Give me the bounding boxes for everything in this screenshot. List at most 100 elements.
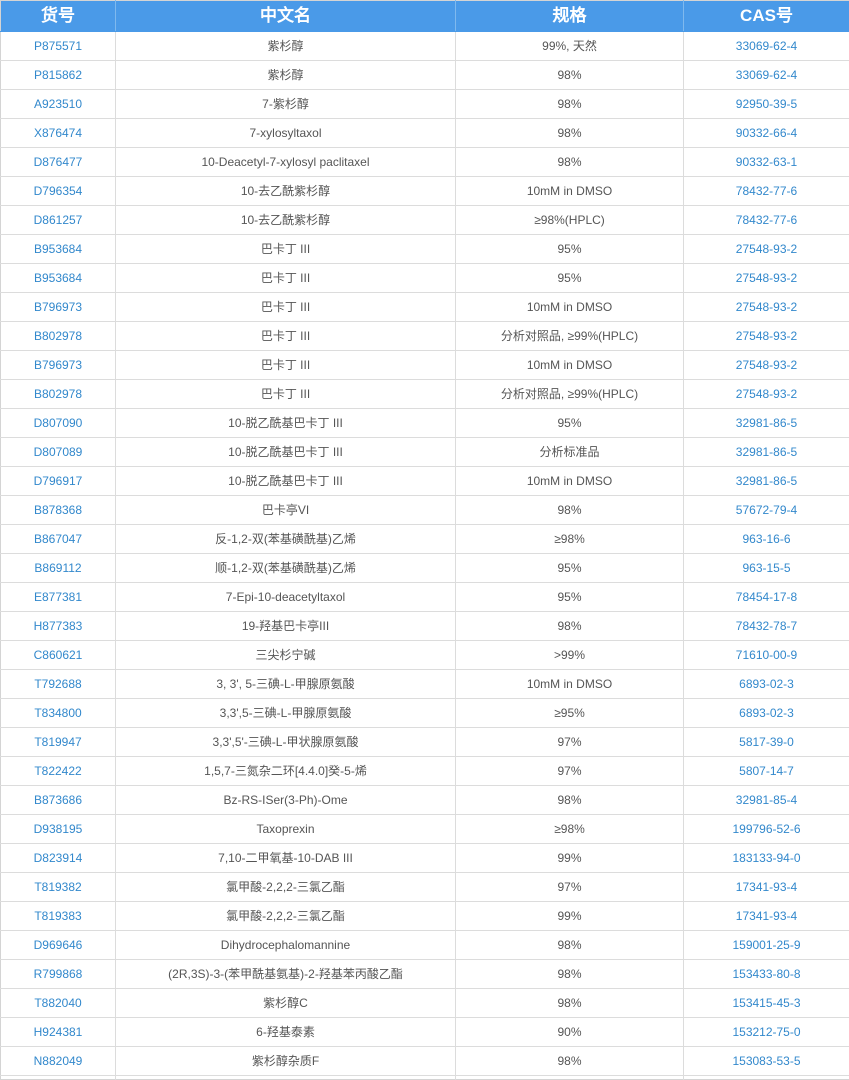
cell-item-code[interactable]: E877381 xyxy=(1,583,116,612)
cell-item-code[interactable]: D823914 xyxy=(1,844,116,873)
cell-cas-number[interactable]: 27548-93-2 xyxy=(684,322,849,351)
cell-item-code[interactable]: P875571 xyxy=(1,32,116,61)
table-row[interactable]: B796973巴卡丁 III10mM in DMSO27548-93-2 xyxy=(1,351,849,380)
cell-item-code[interactable]: B802978 xyxy=(1,322,116,351)
table-row[interactable]: T819382氯甲酸-2,2,2-三氯乙酯97%17341-93-4 xyxy=(1,873,849,902)
cell-item-code[interactable]: T819947 xyxy=(1,728,116,757)
table-row[interactable]: E8773817-Epi-10-deacetyltaxol95%78454-17… xyxy=(1,583,849,612)
cell-cas-number[interactable]: 183133-94-0 xyxy=(684,844,849,873)
cell-cas-number[interactable]: 32981-86-5 xyxy=(684,409,849,438)
cell-cas-number[interactable]: 32981-86-5 xyxy=(684,438,849,467)
cell-item-code[interactable]: R799868 xyxy=(1,960,116,989)
table-row[interactable]: D80708910-脱乙酰基巴卡丁 III分析标准品32981-86-5 xyxy=(1,438,849,467)
cell-item-code[interactable]: B873686 xyxy=(1,786,116,815)
cell-item-code[interactable]: D796917 xyxy=(1,467,116,496)
cell-item-code[interactable]: B953684 xyxy=(1,264,116,293)
column-header-name[interactable]: 中文名 xyxy=(116,1,456,32)
cell-cas-number[interactable]: 27548-93-2 xyxy=(684,351,849,380)
cell-item-code[interactable]: D807089 xyxy=(1,438,116,467)
table-row[interactable]: T882040紫杉醇C98%153415-45-3 xyxy=(1,989,849,1018)
cell-item-code[interactable]: T792688 xyxy=(1,670,116,699)
table-row[interactable]: R799868(2R,3S)-3-(苯甲酰基氨基)-2-羟基苯丙酸乙酯98%15… xyxy=(1,960,849,989)
table-row[interactable]: D80709010-脱乙酰基巴卡丁 III95%32981-86-5 xyxy=(1,409,849,438)
cell-cas-number[interactable]: 32981-85-4 xyxy=(684,786,849,815)
cell-item-code[interactable]: T819383 xyxy=(1,902,116,931)
table-row[interactable]: H9243816-羟基泰素90%153212-75-0 xyxy=(1,1018,849,1047)
table-row[interactable]: N882049紫杉醇杂质F98%153083-53-5 xyxy=(1,1047,849,1076)
cell-item-code[interactable]: D807090 xyxy=(1,409,116,438)
cell-cas-number[interactable]: 90332-66-4 xyxy=(684,119,849,148)
table-row[interactable]: B867047反-1,2-双(苯基磺酰基)乙烯≥98%963-16-6 xyxy=(1,525,849,554)
cell-cas-number[interactable]: 17341-93-4 xyxy=(684,873,849,902)
cell-cas-number[interactable]: 90332-63-1 xyxy=(684,148,849,177)
table-row[interactable]: D87647710-Deacetyl-7-xylosyl paclitaxel9… xyxy=(1,148,849,177)
cell-cas-number[interactable]: 78432-78-7 xyxy=(684,612,849,641)
cell-item-code[interactable]: H924381 xyxy=(1,1018,116,1047)
cell-item-code[interactable]: T834800 xyxy=(1,699,116,728)
cell-cas-number[interactable]: 78432-77-6 xyxy=(684,177,849,206)
table-row-partial[interactable] xyxy=(1,1076,849,1080)
cell-item-code[interactable]: P815862 xyxy=(1,61,116,90)
cell-item-code[interactable]: T822422 xyxy=(1,757,116,786)
cell-item-code[interactable]: D796354 xyxy=(1,177,116,206)
column-header-cas[interactable]: CAS号 xyxy=(684,1,849,32)
cell-cas-number[interactable]: 6893-02-3 xyxy=(684,699,849,728)
cell-item-code[interactable]: B802978 xyxy=(1,380,116,409)
cell-cas-number[interactable]: 33069-62-4 xyxy=(684,61,849,90)
cell-cas-number[interactable]: 27548-93-2 xyxy=(684,293,849,322)
cell-item-code[interactable]: B796973 xyxy=(1,293,116,322)
cell-item-code[interactable]: C860621 xyxy=(1,641,116,670)
table-row[interactable]: B796973巴卡丁 III10mM in DMSO27548-93-2 xyxy=(1,293,849,322)
table-row[interactable]: T8199473,3',5'-三碘-L-甲状腺原氨酸97%5817-39-0 xyxy=(1,728,849,757)
table-row[interactable]: C860621三尖杉宁碱>99%71610-00-9 xyxy=(1,641,849,670)
cell-cas-number[interactable]: 153212-75-0 xyxy=(684,1018,849,1047)
column-header-spec[interactable]: 规格 xyxy=(456,1,684,32)
cell-cas-number[interactable]: 6893-02-3 xyxy=(684,670,849,699)
table-row[interactable]: B953684巴卡丁 III95%27548-93-2 xyxy=(1,264,849,293)
cell-cas-number[interactable]: 159001-25-9 xyxy=(684,931,849,960)
cell-cas-number[interactable]: 5807-14-7 xyxy=(684,757,849,786)
table-row[interactable]: B802978巴卡丁 III分析对照品, ≥99%(HPLC)27548-93-… xyxy=(1,322,849,351)
table-row[interactable]: P875571紫杉醇99%, 天然33069-62-4 xyxy=(1,32,849,61)
cell-item-code[interactable]: A923510 xyxy=(1,90,116,119)
column-header-code[interactable]: 货号 xyxy=(1,1,116,32)
table-row[interactable]: B878368巴卡亭VI98%57672-79-4 xyxy=(1,496,849,525)
cell-cas-number[interactable]: 963-16-6 xyxy=(684,525,849,554)
cell-item-code[interactable]: D938195 xyxy=(1,815,116,844)
cell-item-code[interactable]: B878368 xyxy=(1,496,116,525)
table-row[interactable]: T8348003,3',5-三碘-L-甲腺原氨酸≥95%6893-02-3 xyxy=(1,699,849,728)
cell-cas-number[interactable]: 92950-39-5 xyxy=(684,90,849,119)
cell-cas-number[interactable]: 199796-52-6 xyxy=(684,815,849,844)
cell-item-code[interactable]: T819382 xyxy=(1,873,116,902)
cell-item-code[interactable]: H877383 xyxy=(1,612,116,641)
table-row[interactable]: D79691710-脱乙酰基巴卡丁 III10mM in DMSO32981-8… xyxy=(1,467,849,496)
cell-cas-number[interactable]: 78454-17-8 xyxy=(684,583,849,612)
table-row[interactable]: D969646Dihydrocephalomannine98%159001-25… xyxy=(1,931,849,960)
cell-item-code[interactable]: B953684 xyxy=(1,235,116,264)
cell-cas-number[interactable]: 5817-39-0 xyxy=(684,728,849,757)
cell-item-code[interactable]: B796973 xyxy=(1,351,116,380)
cell-item-code[interactable]: D861257 xyxy=(1,206,116,235)
table-row[interactable]: B873686Bz-RS-ISer(3-Ph)-Ome98%32981-85-4 xyxy=(1,786,849,815)
cell-item-code[interactable]: T882040 xyxy=(1,989,116,1018)
cell-cas-number[interactable]: 153415-45-3 xyxy=(684,989,849,1018)
cell-item-code[interactable]: B869112 xyxy=(1,554,116,583)
cell-cas-number[interactable]: 17341-93-4 xyxy=(684,902,849,931)
cell-cas-number[interactable]: 33069-62-4 xyxy=(684,32,849,61)
table-row[interactable]: D8239147,10-二甲氧基-10-DAB III99%183133-94-… xyxy=(1,844,849,873)
table-row[interactable]: D79635410-去乙酰紫杉醇10mM in DMSO78432-77-6 xyxy=(1,177,849,206)
table-row[interactable]: T8224221,5,7-三氮杂二环[4.4.0]癸-5-烯97%5807-14… xyxy=(1,757,849,786)
cell-cas-number[interactable]: 153433-80-8 xyxy=(684,960,849,989)
cell-item-code[interactable]: X876474 xyxy=(1,119,116,148)
cell-cas-number[interactable]: 78432-77-6 xyxy=(684,206,849,235)
cell-cas-number[interactable]: 32981-86-5 xyxy=(684,467,849,496)
cell-item-code[interactable]: B867047 xyxy=(1,525,116,554)
cell-cas-number[interactable]: 27548-93-2 xyxy=(684,380,849,409)
table-row[interactable]: T7926883, 3', 5-三碘-L-甲腺原氨酸10mM in DMSO68… xyxy=(1,670,849,699)
table-row[interactable]: B802978巴卡丁 III分析对照品, ≥99%(HPLC)27548-93-… xyxy=(1,380,849,409)
table-row[interactable]: B953684巴卡丁 III95%27548-93-2 xyxy=(1,235,849,264)
cell-cas-number[interactable]: 153083-53-5 xyxy=(684,1047,849,1076)
cell-cas-number[interactable]: 963-15-5 xyxy=(684,554,849,583)
table-row[interactable]: H87738319-羟基巴卡亭III98%78432-78-7 xyxy=(1,612,849,641)
table-row[interactable]: X8764747-xylosyltaxol98%90332-66-4 xyxy=(1,119,849,148)
